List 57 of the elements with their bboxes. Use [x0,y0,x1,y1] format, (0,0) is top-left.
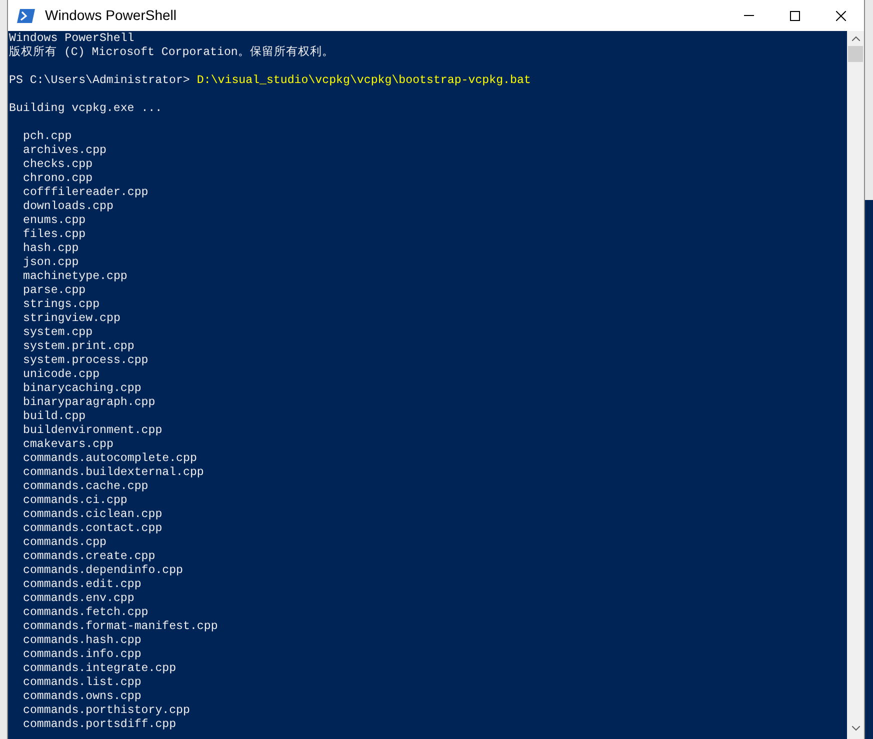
console-line: build.cpp [22,410,86,424]
console-line: system.print.cpp [22,340,134,354]
console-line: Building vcpkg.exe ... [9,102,162,116]
console-line: stringview.cpp [22,312,120,326]
console-line: chrono.cpp [22,172,93,186]
console-line: system.process.cpp [22,354,148,368]
console-line: Windows PowerShell [9,32,134,46]
scroll-up-icon [852,36,860,41]
console-line: json.cpp [22,256,79,270]
scroll-down-icon [852,726,860,731]
console-line: cmakevars.cpp [22,438,114,452]
console-line: commands.list.cpp [22,676,142,690]
command-text: D:\visual_studio\vcpkg\vcpkg\bootstrap-vcpkg.bat [196,74,531,88]
console-line: hash.cpp [22,242,79,256]
console-line: binarycaching.cpp [22,382,142,396]
console-line: enums.cpp [22,214,86,228]
console-line: commands.integrate.cpp [22,662,176,676]
console-line: commands.cache.cpp [22,480,148,494]
window-title: Windows PowerShell [45,6,176,25]
scrollbar[interactable] [847,31,864,739]
console-line: commands.cpp [22,536,106,550]
console-line: binaryparagraph.cpp [22,396,156,410]
console-line: parse.cpp [22,284,86,298]
prompt-text: PS C:\Users\Administrator> [9,74,190,88]
console-line: commands.fetch.cpp [22,606,148,620]
console-line: archives.cpp [22,144,106,158]
console-line: pch.cpp [22,130,72,144]
console-line: commands.ci.cpp [22,494,128,508]
console-line: commands.env.cpp [22,592,134,606]
console-line: files.cpp [22,228,86,242]
console-line: commands.porthistory.cpp [22,704,190,718]
minimize-icon [744,15,754,16]
console-line: cofffilereader.cpp [22,186,148,200]
console-line: commands.autocomplete.cpp [22,452,197,466]
console-line: unicode.cpp [22,368,100,382]
console-line: commands.dependinfo.cpp [22,564,184,578]
close-icon [836,10,846,20]
console-line: commands.owns.cpp [22,690,142,704]
console-line: machinetype.cpp [22,270,128,284]
console-line: commands.create.cpp [22,550,156,564]
console-line: commands.ciclean.cpp [22,508,162,522]
scroll-thumb[interactable] [848,46,863,62]
powershell-icon [17,8,35,22]
console-line: commands.buildexternal.cpp [22,466,204,480]
console-line: strings.cpp [22,298,100,312]
console-line: checks.cpp [22,158,93,172]
console-line: commands.hash.cpp [22,634,142,648]
console-line: 版权所有 (C) Microsoft Corporation。保留所有权利。 [9,46,334,60]
maximize-icon [790,10,800,20]
console-line: commands.info.cpp [22,648,142,662]
console-line: system.cpp [22,326,93,340]
console-line: downloads.cpp [22,200,114,214]
console-line: commands.format-manifest.cpp [22,620,218,634]
console-line: commands.portsdiff.cpp [22,718,176,732]
console-line: buildenvironment.cpp [22,424,162,438]
console-line: commands.contact.cpp [22,522,162,536]
console-line: commands.edit.cpp [22,578,142,592]
